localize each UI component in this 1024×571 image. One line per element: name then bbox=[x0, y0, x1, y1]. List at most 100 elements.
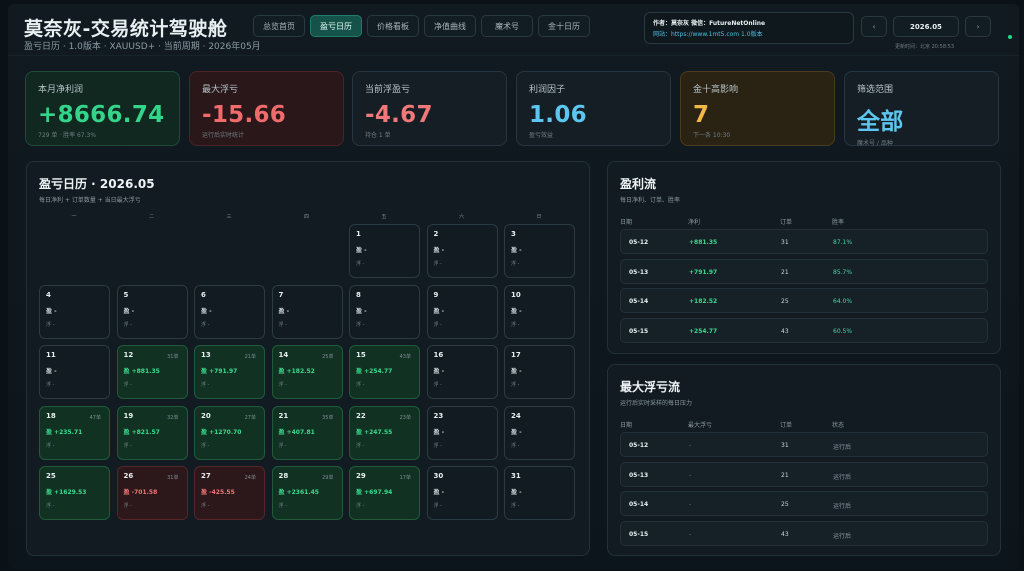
calendar-day-cell[interactable]: 22 23单盈 +247.55 浮 - bbox=[349, 405, 420, 460]
calendar-day-cell[interactable]: 4 盈 - 浮 - bbox=[39, 284, 110, 339]
calendar-day-cell[interactable]: 26 31单盈 -701.58 浮 - bbox=[116, 466, 188, 520]
tab-pnl-calendar[interactable]: 盈亏日历 bbox=[310, 15, 362, 37]
day-pnl: 盈 - bbox=[511, 487, 568, 496]
calendar-day-cell[interactable]: 9 盈 - 浮 - bbox=[426, 284, 498, 339]
calendar-day-cell[interactable]: 30 盈 - 浮 - bbox=[426, 466, 498, 520]
table-row[interactable]: 05-14 - 25 运行后 bbox=[620, 491, 988, 516]
header: 莫奈灰-交易统计驾驶舱 盈亏日历 · 1.0版本 · XAUUSD+ · 当前周… bbox=[8, 4, 1019, 56]
table-row[interactable]: 05-13 - 21 运行后 bbox=[620, 461, 988, 487]
calendar-day-cell[interactable]: 29 17单盈 +697.94 浮 - bbox=[349, 466, 420, 520]
prev-month-button[interactable]: ‹ bbox=[861, 16, 887, 37]
pnl-prefix: 盈 bbox=[511, 489, 518, 496]
calendar-day-cell[interactable]: 8 盈 - 浮 - bbox=[349, 284, 420, 339]
pnl-prefix: 盈 bbox=[278, 368, 285, 375]
calendar-day-cell[interactable]: 5 盈 - 浮 - bbox=[116, 284, 188, 339]
table-row[interactable]: 05-15 - 43 运行后 bbox=[620, 520, 988, 546]
row-status: 运行后 bbox=[833, 503, 852, 510]
day-float: 浮 - bbox=[46, 321, 55, 328]
calendar-day-cell[interactable]: 12 31单盈 +881.35 浮 - bbox=[116, 345, 188, 399]
tab-equity-curve[interactable]: 净值曲线 bbox=[424, 15, 476, 37]
calendar-day-cell[interactable]: 6 盈 - 浮 - bbox=[194, 284, 265, 339]
calendar-day-cell[interactable]: 15 43单盈 +254.77 浮 - bbox=[349, 345, 420, 399]
calendar-subtitle: 每日净利 + 订单数量 + 当日最大浮亏 bbox=[39, 197, 141, 204]
pnl-prefix: 盈 bbox=[278, 489, 285, 496]
table-row[interactable]: 05-12 - 31 运行后 bbox=[620, 432, 988, 457]
float-prefix: 浮 bbox=[46, 382, 52, 388]
pnl-calendar-panel: 盈亏日历 · 2026.05 每日净利 + 订单数量 + 当日最大浮亏 一 二 三 四… bbox=[26, 161, 590, 556]
row-winrate: 85.7% bbox=[833, 268, 853, 276]
website-link[interactable]: 网站：https://www.1mt5.com 1.0版本 bbox=[653, 29, 845, 40]
pnl-value: -701.58 bbox=[131, 489, 158, 496]
table-row[interactable]: 05-13 +791.97 21 85.7% bbox=[620, 258, 988, 284]
day-float: 浮 - bbox=[511, 382, 520, 388]
calendar-day-cell[interactable]: 10 盈 - 浮 - bbox=[504, 284, 575, 339]
day-number: 4 bbox=[46, 290, 51, 299]
calendar-day-cell[interactable]: 14 25单盈 +182.52 浮 - bbox=[271, 345, 343, 399]
next-month-button[interactable]: › bbox=[965, 16, 991, 37]
kpi-filter-scope[interactable]: 筛选范围 全部 魔术号 / 品种 bbox=[844, 71, 999, 147]
tab-overview[interactable]: 总览首页 bbox=[253, 15, 305, 37]
day-number: 25 bbox=[46, 472, 56, 480]
calendar-day-cell[interactable]: 17 盈 - 浮 - bbox=[504, 345, 575, 399]
pnl-prefix: 盈 bbox=[511, 428, 518, 436]
day-pnl: 盈 - bbox=[201, 306, 258, 315]
pnl-value: +407.81 bbox=[286, 428, 315, 436]
row-orders: 21 bbox=[781, 471, 789, 479]
pnl-prefix: 盈 bbox=[356, 307, 363, 315]
pnl-value: - bbox=[519, 428, 522, 436]
kpi-max-float-loss: 最大浮亏 -15.66 运行后实时统计 bbox=[189, 71, 344, 146]
row-net-profit: +182.52 bbox=[689, 298, 718, 305]
kpi-label: 金十高影响 bbox=[693, 85, 739, 95]
row-date: 05-13 bbox=[629, 471, 649, 479]
table-row[interactable]: 05-15 +254.77 43 60.5% bbox=[620, 317, 988, 343]
tab-price-board[interactable]: 价格看板 bbox=[367, 15, 419, 37]
calendar-day-cell[interactable]: 27 24单盈 -425.55 浮 - bbox=[194, 466, 265, 520]
table-row[interactable]: 05-12 +881.35 31 87.1% bbox=[620, 229, 988, 254]
calendar-day-cell[interactable]: 24 盈 - 浮 - bbox=[504, 405, 575, 460]
row-orders: 21 bbox=[781, 268, 789, 276]
calendar-day-cell[interactable]: 18 47单盈 +235.71 浮 - bbox=[39, 405, 110, 460]
day-number: 3 bbox=[511, 230, 516, 238]
day-float: 浮 - bbox=[46, 382, 55, 388]
calendar-day-cell[interactable]: 13 21单盈 +791.97 浮 - bbox=[194, 345, 265, 399]
calendar-day-cell[interactable]: 20 27单盈 +1270.70 浮 - bbox=[194, 405, 265, 460]
day-orders: 17单 bbox=[399, 475, 411, 481]
calendar-day-cell[interactable]: 21 35单盈 +407.81 浮 - bbox=[271, 405, 343, 460]
tab-jin10-calendar[interactable]: 金十日历 bbox=[538, 15, 590, 37]
profit-flow-subtitle: 每日净利、订单、胜率 bbox=[620, 197, 681, 204]
table-row[interactable]: 05-14 +182.52 25 64.0% bbox=[620, 288, 988, 313]
float-prefix: 浮 bbox=[511, 503, 517, 509]
day-pnl: 盈 +821.57 bbox=[124, 427, 181, 436]
calendar-day-cell[interactable]: 3 盈 - 浮 - bbox=[504, 224, 575, 278]
kpi-label: 筛选范围 bbox=[857, 85, 894, 95]
day-number: 9 bbox=[433, 290, 439, 299]
calendar-day-cell[interactable]: 25 盈 +1629.53 浮 - bbox=[39, 466, 110, 520]
calendar-day-cell[interactable]: 19 32单盈 +821.57 浮 - bbox=[116, 405, 188, 460]
calendar-day-cell[interactable]: 23 盈 - 浮 - bbox=[426, 405, 498, 460]
calendar-day-cell[interactable]: 1 盈 - 浮 - bbox=[349, 224, 420, 278]
float-prefix: 浮 bbox=[278, 442, 284, 449]
float-prefix: 浮 bbox=[511, 382, 517, 388]
kpi-note: 运行后实时统计 bbox=[202, 132, 245, 139]
float-prefix: 浮 bbox=[201, 503, 207, 509]
row-max-float: - bbox=[689, 501, 692, 508]
day-float: 浮 - bbox=[46, 442, 55, 449]
float-flow-subtitle: 运行后实时采样的每日压力 bbox=[620, 400, 693, 407]
pnl-prefix: 盈 bbox=[278, 428, 285, 436]
pnl-prefix: 盈 bbox=[123, 368, 130, 375]
calendar-day-cell[interactable]: 31 盈 - 浮 - bbox=[504, 466, 575, 520]
month-display[interactable]: 2026.05 bbox=[893, 16, 959, 37]
pnl-prefix: 盈 bbox=[433, 428, 440, 436]
calendar-day-cell[interactable]: 2 盈 - 浮 - bbox=[426, 224, 498, 278]
day-pnl: 盈 - bbox=[511, 245, 568, 254]
calendar-day-cell[interactable]: 11 盈 - 浮 - bbox=[39, 345, 110, 399]
kpi-value: -15.66 bbox=[202, 102, 287, 128]
calendar-day-cell[interactable]: 28 29单盈 +2361.45 浮 - bbox=[271, 466, 343, 520]
calendar-day-cell[interactable]: 7 盈 - 浮 - bbox=[271, 284, 343, 339]
tab-magic-number[interactable]: 魔术号 bbox=[481, 15, 533, 37]
column-header: 最大浮亏 bbox=[688, 422, 713, 429]
pnl-value: +247.55 bbox=[364, 428, 393, 436]
day-orders: 31单 bbox=[167, 475, 179, 481]
calendar-day-cell[interactable]: 16 盈 - 浮 - bbox=[426, 345, 498, 399]
day-pnl: 盈 +254.77 bbox=[356, 366, 413, 375]
